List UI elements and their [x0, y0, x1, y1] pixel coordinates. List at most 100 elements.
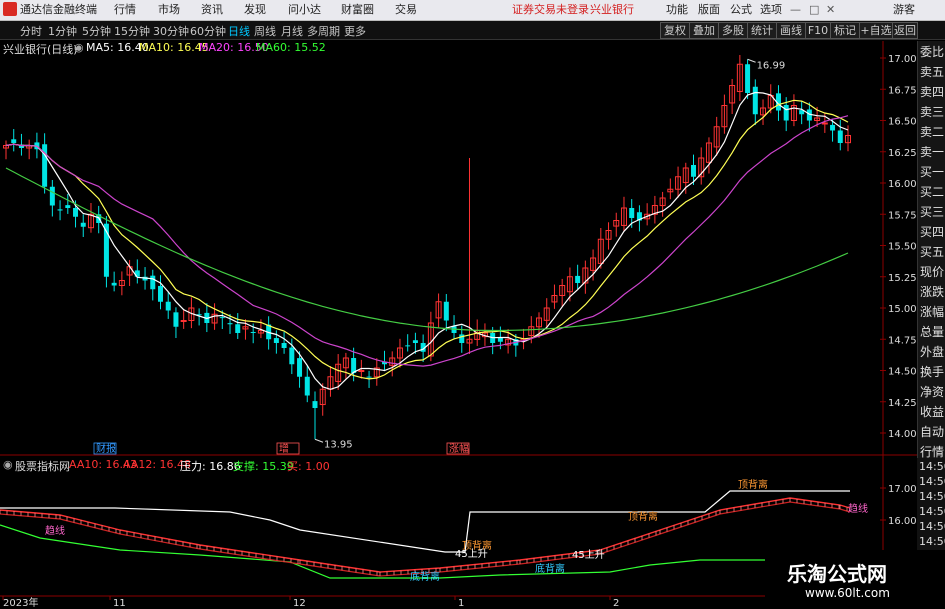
- tick-time: 14:50: [919, 460, 945, 473]
- y-tick-label: 15.75: [888, 210, 917, 221]
- watermark-title: 乐淘公式网: [787, 562, 887, 586]
- indicator-annotation: 底背离: [410, 570, 440, 583]
- candle-body: [173, 312, 179, 327]
- indicator-annotation: 顶背离: [738, 478, 768, 491]
- sub-y-tick-label: 17.00: [888, 484, 917, 495]
- side-panel-item[interactable]: 净资: [920, 383, 945, 403]
- side-panel-item[interactable]: 自动: [920, 423, 945, 443]
- side-panel-item[interactable]: 卖二: [920, 123, 945, 143]
- candle-body: [691, 164, 697, 177]
- aa12-line: [0, 501, 851, 577]
- candle-body: [11, 139, 17, 143]
- sub-y-tick-label: 16.00: [888, 516, 917, 527]
- candle-body: [629, 208, 635, 218]
- x-tick-label: 1: [458, 598, 464, 609]
- x-tick-label: 2: [613, 598, 619, 609]
- candle-body: [219, 317, 225, 319]
- y-tick-label: 14.00: [888, 429, 917, 440]
- candle-body: [150, 275, 156, 290]
- candle-body: [412, 340, 418, 343]
- candle-body: [821, 122, 828, 125]
- kline-chart[interactable]: 17.00 16.75 16.50 16.25 16.00 15.75 15.50 15.25…: [0, 0, 945, 609]
- candle-body: [312, 401, 318, 408]
- side-panel-item[interactable]: 卖四: [920, 83, 945, 103]
- indicator-annotation: 趋线: [45, 524, 65, 537]
- ma10-line: [5, 99, 849, 380]
- quote-side-panel: 委比 卖五 卖四 卖三 卖二 卖一 买一 买二 买三 买四 买五 现价 涨跌 涨幅 总量 外盘 换手 净资 收益 自动…: [917, 41, 945, 461]
- side-panel-item[interactable]: 买一: [920, 163, 945, 183]
- y-tick-label: 15.00: [888, 304, 917, 315]
- candle-body: [49, 186, 55, 206]
- side-panel-item[interactable]: 收益: [920, 403, 945, 423]
- y-tick-label: 16.75: [888, 85, 917, 96]
- y-tick-label: 17.00: [888, 54, 917, 65]
- side-panel-item[interactable]: 外盘: [920, 343, 945, 363]
- candle-body: [366, 376, 372, 378]
- side-panel-item[interactable]: 买四: [920, 223, 945, 243]
- candle-body: [227, 323, 233, 325]
- side-panel-item[interactable]: 现价: [920, 263, 945, 283]
- side-panel-item[interactable]: 委比: [920, 43, 945, 63]
- candle-body: [250, 331, 256, 333]
- candle-body: [351, 358, 357, 373]
- tick-time: 14:50: [919, 490, 945, 503]
- side-panel-item[interactable]: 涨幅: [920, 303, 945, 323]
- candle-body: [304, 376, 310, 396]
- candle-body: [752, 86, 758, 115]
- ma60-line: [5, 167, 849, 332]
- y-tick-label: 15.50: [888, 242, 917, 253]
- high-label: 16.99: [757, 60, 786, 71]
- candle-body: [235, 324, 241, 333]
- tick-time: 14:50: [919, 505, 945, 518]
- x-tick-label: 2023年: [3, 596, 38, 609]
- candle-body: [575, 275, 581, 283]
- candle-body: [42, 144, 48, 187]
- y-tick-label: 15.25: [888, 273, 917, 284]
- candle-body: [57, 209, 63, 211]
- candle-body: [80, 222, 86, 227]
- x-tick-label: 11: [113, 598, 126, 609]
- side-panel-item[interactable]: 卖一: [920, 143, 945, 163]
- candle-body: [157, 285, 163, 302]
- ma5-line: [5, 91, 849, 390]
- candle-body: [111, 282, 117, 286]
- candle-body: [73, 208, 79, 217]
- pressure-line: [0, 490, 850, 553]
- watermark: 乐淘公式网 www.60lt.com: [765, 550, 945, 609]
- low-label: 13.95: [324, 439, 353, 450]
- side-panel-item[interactable]: 换手: [920, 363, 945, 383]
- side-panel-item[interactable]: 卖五: [920, 63, 945, 83]
- high-arrow: [747, 58, 756, 63]
- indicator-annotation: 趋线: [848, 502, 868, 515]
- candle-body: [783, 104, 789, 121]
- ma20-line: [5, 115, 849, 367]
- event-label: 财报: [96, 442, 116, 455]
- candle-body: [358, 370, 365, 372]
- event-label: 增: [279, 442, 289, 455]
- side-panel-item[interactable]: 买五: [920, 243, 945, 263]
- y-tick-label: 14.50: [888, 367, 917, 378]
- side-panel-item[interactable]: 卖三: [920, 103, 945, 123]
- tick-time: 14:50: [919, 520, 945, 533]
- watermark-url: www.60lt.com: [805, 586, 890, 600]
- low-arrow: [314, 438, 324, 443]
- y-tick-label: 14.75: [888, 335, 917, 346]
- side-panel-item[interactable]: 总量: [920, 323, 945, 343]
- tick-time: 14:50: [919, 535, 945, 548]
- candle-body: [297, 358, 303, 377]
- candle-body: [837, 130, 843, 143]
- support-line: [0, 524, 850, 579]
- indicator-annotation: 45上升: [455, 548, 488, 560]
- candle-body: [830, 124, 836, 131]
- candle-body: [281, 343, 287, 348]
- indicator-annotation: 顶背离: [628, 510, 658, 523]
- y-tick-label: 14.25: [888, 398, 917, 409]
- candle-body: [405, 345, 411, 347]
- side-panel-item[interactable]: 买三: [920, 203, 945, 223]
- candle-body: [165, 301, 171, 311]
- y-tick-label: 16.25: [888, 148, 917, 159]
- y-tick-label: 16.00: [888, 179, 917, 190]
- side-panel-item[interactable]: 买二: [920, 183, 945, 203]
- side-panel-item[interactable]: 涨跌: [920, 283, 945, 303]
- candle-body: [273, 338, 279, 343]
